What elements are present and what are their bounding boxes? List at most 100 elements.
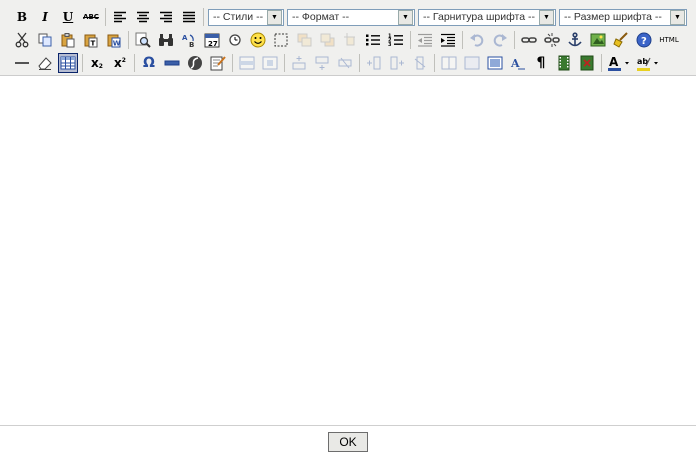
superscript-button[interactable]: x2 — [110, 53, 130, 73]
template-icon — [580, 55, 594, 71]
subscript-button[interactable]: x2 — [87, 53, 107, 73]
replace-button[interactable]: AB — [179, 30, 199, 50]
svg-text:B: B — [189, 41, 194, 48]
search-button[interactable] — [156, 30, 176, 50]
outdent-button[interactable] — [415, 30, 435, 50]
separator — [359, 54, 360, 72]
italic-button[interactable]: I — [35, 7, 55, 27]
strikethrough-button[interactable]: ABC — [81, 7, 101, 27]
eraser-icon — [38, 57, 52, 70]
emoticons-button[interactable] — [248, 30, 268, 50]
background-color-button[interactable]: ab — [635, 53, 661, 73]
svg-text:A: A — [609, 55, 619, 69]
merge-cells-button[interactable] — [462, 53, 482, 73]
svg-text:W: W — [113, 40, 121, 48]
separator — [232, 54, 233, 72]
font-size-select[interactable]: -- Размер шрифта -- ▼ — [559, 8, 687, 26]
editor-content-area[interactable] — [0, 76, 696, 426]
chevron-down-icon: ▼ — [267, 9, 282, 25]
align-justify-button[interactable] — [179, 7, 199, 27]
format-select-value: -- Формат -- — [292, 11, 350, 23]
binoculars-icon — [159, 34, 173, 46]
html-source-button[interactable]: HTML — [657, 30, 681, 50]
help-button[interactable]: ? — [634, 30, 654, 50]
font-style-button[interactable]: A — [508, 53, 528, 73]
delete-col-button[interactable] — [410, 53, 430, 73]
redo-button[interactable] — [490, 30, 510, 50]
underline-button[interactable]: U — [58, 7, 78, 27]
clock-icon — [229, 34, 241, 46]
separator — [601, 54, 602, 72]
svg-text:?: ? — [641, 36, 647, 47]
paste-word-button[interactable]: W — [104, 30, 124, 50]
undo-button[interactable] — [467, 30, 487, 50]
anchor-button[interactable] — [565, 30, 585, 50]
special-char-button[interactable]: Ω — [139, 53, 159, 73]
toolbar-row-3: x2 x2 Ω A ¶ A ab — [0, 51, 664, 75]
absolute-position-button[interactable] — [340, 30, 360, 50]
insert-col-after-button[interactable] — [387, 53, 407, 73]
font-size-select-value: -- Размер шрифта -- — [564, 11, 662, 23]
table-row-props-button[interactable] — [237, 53, 257, 73]
indent-button[interactable] — [438, 30, 458, 50]
align-left-button[interactable] — [110, 7, 130, 27]
font-family-select[interactable]: -- Гарнитура шрифта -- ▼ — [418, 8, 556, 26]
indent-icon — [441, 33, 455, 47]
delete-row-button[interactable] — [335, 53, 355, 73]
insert-layer-button[interactable] — [162, 53, 182, 73]
iframe-button[interactable] — [485, 53, 505, 73]
remove-format-button[interactable] — [35, 53, 55, 73]
unlink-icon — [544, 33, 560, 47]
insert-row-after-icon — [315, 56, 329, 70]
font-family-select-value: -- Гарнитура шрифта -- — [423, 11, 535, 23]
align-right-button[interactable] — [156, 7, 176, 27]
copy-button[interactable] — [35, 30, 55, 50]
flash-button[interactable] — [185, 53, 205, 73]
copy-icon — [38, 33, 52, 47]
ok-button[interactable]: OK — [328, 431, 368, 452]
insert-col-before-button[interactable] — [364, 53, 384, 73]
delete-row-icon — [338, 57, 352, 69]
insert-row-before-button[interactable] — [289, 53, 309, 73]
unlink-button[interactable] — [542, 30, 562, 50]
help-icon: ? — [636, 32, 652, 48]
paste-text-button[interactable]: T — [81, 30, 101, 50]
format-select[interactable]: -- Формат -- ▼ — [287, 8, 415, 26]
visual-aid-button[interactable] — [271, 30, 291, 50]
ordered-list-button[interactable]: 123 — [386, 30, 406, 50]
cut-button[interactable] — [12, 30, 32, 50]
move-backward-button[interactable] — [294, 30, 314, 50]
split-cells-icon — [441, 56, 457, 70]
split-cells-button[interactable] — [439, 53, 459, 73]
table-button[interactable] — [58, 53, 78, 73]
styles-select[interactable]: -- Стили -- ▼ — [208, 8, 284, 26]
template-button[interactable] — [577, 53, 597, 73]
text-color-button[interactable]: A — [606, 53, 632, 73]
align-center-button[interactable] — [133, 7, 153, 27]
image-button[interactable] — [588, 30, 608, 50]
media-button[interactable] — [554, 53, 574, 73]
show-blocks-button[interactable]: ¶ — [531, 53, 551, 73]
link-button[interactable] — [519, 30, 539, 50]
bullet-list-icon — [366, 34, 380, 46]
horizontal-rule-button[interactable] — [12, 53, 32, 73]
chevron-down-icon: ▼ — [539, 9, 554, 25]
svg-text:A: A — [510, 57, 520, 70]
layer-icon — [164, 60, 180, 66]
merge-cells-icon — [464, 56, 480, 70]
insert-date-button[interactable]: 27 — [202, 30, 222, 50]
unordered-list-button[interactable] — [363, 30, 383, 50]
bold-button[interactable]: B — [12, 7, 32, 27]
move-forward-button[interactable] — [317, 30, 337, 50]
cleanup-button[interactable] — [611, 30, 631, 50]
toolbar-row-1: B I U ABC -- Стили -- ▼ -- Формат -- ▼ -… — [0, 5, 690, 29]
edit-attributes-button[interactable] — [208, 53, 228, 73]
paste-button[interactable] — [58, 30, 78, 50]
find-button[interactable] — [133, 30, 153, 50]
insert-time-button[interactable] — [225, 30, 245, 50]
undo-icon — [470, 34, 484, 47]
font-style-icon: A — [510, 57, 525, 70]
table-cell-props-button[interactable] — [260, 53, 280, 73]
insert-row-after-button[interactable] — [312, 53, 332, 73]
layer-forward-icon — [320, 33, 335, 47]
